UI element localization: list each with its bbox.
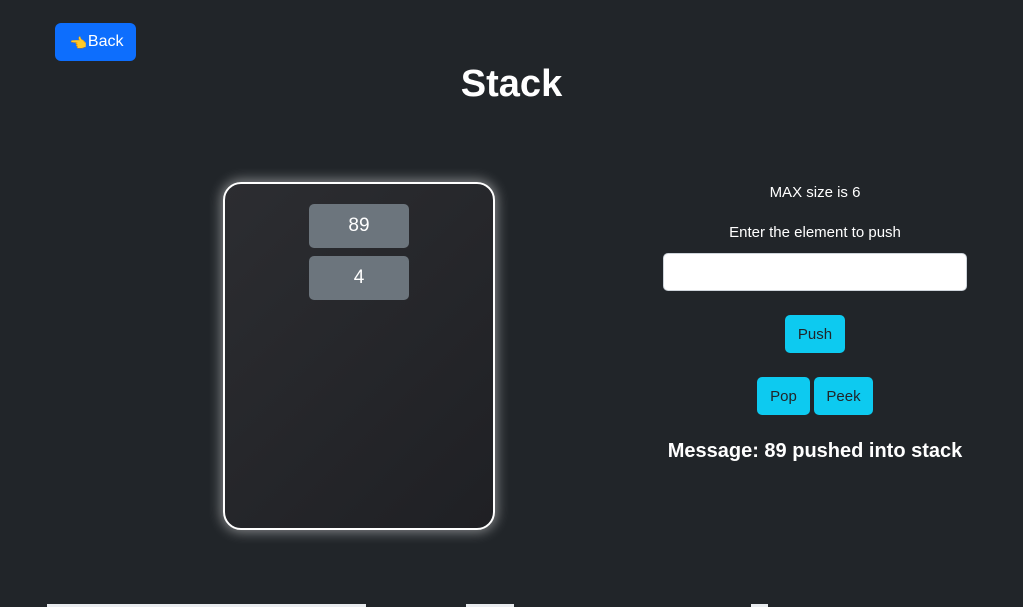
stack-container: 89 4 (223, 182, 495, 530)
hand-pointing-left-icon: 👈 (69, 34, 87, 51)
peek-button[interactable]: Peek (814, 377, 873, 415)
max-size-text: MAX size is 6 (769, 184, 861, 201)
stack-item: 89 (309, 204, 409, 248)
push-button[interactable]: Push (785, 315, 845, 353)
stack-item: 4 (309, 256, 409, 300)
push-input-label: Enter the element to push (729, 224, 901, 241)
status-message: Message: 89 pushed into stack (667, 440, 963, 462)
stack-page: 👈 Back Stack 89 4 MAX size is 6 Enter th… (0, 0, 1023, 607)
back-button-label: Back (87, 33, 124, 50)
back-button[interactable]: 👈 Back (55, 23, 136, 61)
pop-button[interactable]: Pop (757, 377, 810, 415)
stack-items: 89 4 (225, 204, 493, 300)
page-title: Stack (460, 63, 563, 105)
push-element-input[interactable] (663, 253, 967, 291)
